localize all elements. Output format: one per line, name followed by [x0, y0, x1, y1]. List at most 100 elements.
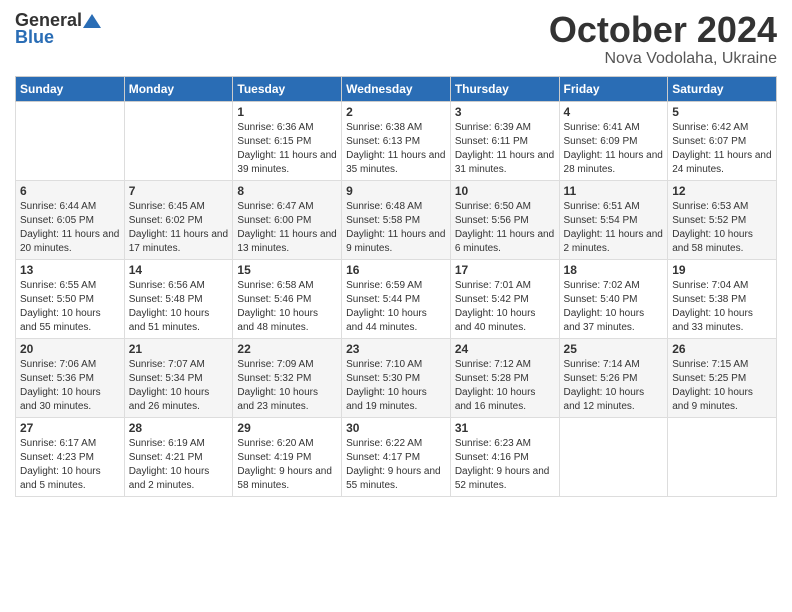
col-monday: Monday — [124, 76, 233, 101]
logo-blue: Blue — [15, 27, 54, 48]
calendar-cell: 22 Sunrise: 7:09 AM Sunset: 5:32 PM Dayli… — [233, 338, 342, 417]
day-detail: Sunrise: 6:23 AM Sunset: 4:16 PM Dayligh… — [455, 437, 555, 493]
week-row-4: 20 Sunrise: 7:06 AM Sunset: 5:36 PM Dayli… — [16, 338, 777, 417]
day-number: 20 — [20, 342, 120, 356]
week-row-2: 6 Sunrise: 6:44 AM Sunset: 6:05 PM Daylig… — [16, 180, 777, 259]
calendar-cell: 24Sunrise: 7:12 AM Sunset: 5:28 PM Dayli… — [450, 338, 559, 417]
calendar-cell — [668, 417, 777, 496]
day-detail: Sunrise: 6:47 AM Sunset: 6:00 PM Dayligh… — [237, 200, 337, 256]
calendar-cell: 11 Sunrise: 6:51 AM Sunset: 5:54 PM Dayli… — [559, 180, 668, 259]
day-number: 1 — [237, 105, 337, 119]
day-number: 27 — [20, 421, 120, 435]
day-number: 2 — [346, 105, 446, 119]
col-friday: Friday — [559, 76, 668, 101]
calendar-cell: 29 Sunrise: 6:20 AM Sunset: 4:19 PM Dayli… — [233, 417, 342, 496]
calendar-cell: 26Sunrise: 7:15 AM Sunset: 5:25 PM Dayli… — [668, 338, 777, 417]
day-detail: Sunrise: 7:02 AM Sunset: 5:40 PM Dayligh… — [564, 279, 664, 335]
day-number: 25 — [564, 342, 664, 356]
calendar-cell: 9Sunrise: 6:48 AM Sunset: 5:58 PM Daylig… — [342, 180, 451, 259]
day-detail: Sunrise: 6:45 AM Sunset: 6:02 PM Dayligh… — [129, 200, 229, 256]
logo: General Blue — [15, 10, 101, 48]
calendar-cell: 6 Sunrise: 6:44 AM Sunset: 6:05 PM Daylig… — [16, 180, 125, 259]
day-number: 14 — [129, 263, 229, 277]
day-number: 6 — [20, 184, 120, 198]
day-number: 18 — [564, 263, 664, 277]
calendar-cell: 30 Sunrise: 6:22 AM Sunset: 4:17 PM Dayli… — [342, 417, 451, 496]
day-detail: Sunrise: 7:15 AM Sunset: 5:25 PM Dayligh… — [672, 358, 772, 414]
day-number: 31 — [455, 421, 555, 435]
day-number: 11 — [564, 184, 664, 198]
day-number: 21 — [129, 342, 229, 356]
day-detail: Sunrise: 6:55 AM Sunset: 5:50 PM Dayligh… — [20, 279, 120, 335]
calendar-cell: 21Sunrise: 7:07 AM Sunset: 5:34 PM Dayli… — [124, 338, 233, 417]
day-number: 8 — [237, 184, 337, 198]
calendar-cell: 3 Sunrise: 6:39 AM Sunset: 6:11 PM Daylig… — [450, 101, 559, 180]
header: General Blue October 2024 Nova Vodolaha,… — [15, 10, 777, 68]
calendar-cell: 8 Sunrise: 6:47 AM Sunset: 6:00 PM Daylig… — [233, 180, 342, 259]
day-detail: Sunrise: 6:53 AM Sunset: 5:52 PM Dayligh… — [672, 200, 772, 256]
week-row-1: 1 Sunrise: 6:36 AM Sunset: 6:15 PM Daylig… — [16, 101, 777, 180]
calendar-cell: 13 Sunrise: 6:55 AM Sunset: 5:50 PM Dayli… — [16, 259, 125, 338]
day-number: 16 — [346, 263, 446, 277]
calendar-cell: 31 Sunrise: 6:23 AM Sunset: 4:16 PM Dayli… — [450, 417, 559, 496]
calendar-cell: 5 Sunrise: 6:42 AM Sunset: 6:07 PM Daylig… — [668, 101, 777, 180]
col-thursday: Thursday — [450, 76, 559, 101]
calendar-table: Sunday Monday Tuesday Wednesday Thursday… — [15, 76, 777, 497]
day-number: 19 — [672, 263, 772, 277]
calendar-cell: 25 Sunrise: 7:14 AM Sunset: 5:26 PM Dayli… — [559, 338, 668, 417]
calendar-cell: 17 Sunrise: 7:01 AM Sunset: 5:42 PM Dayli… — [450, 259, 559, 338]
day-detail: Sunrise: 6:48 AM Sunset: 5:58 PM Dayligh… — [346, 200, 446, 256]
day-detail: Sunrise: 7:10 AM Sunset: 5:30 PM Dayligh… — [346, 358, 446, 414]
day-detail: Sunrise: 6:19 AM Sunset: 4:21 PM Dayligh… — [129, 437, 229, 493]
day-number: 22 — [237, 342, 337, 356]
day-detail: Sunrise: 6:38 AM Sunset: 6:13 PM Dayligh… — [346, 121, 446, 177]
logo-arrow-icon — [83, 12, 101, 30]
calendar-cell: 28Sunrise: 6:19 AM Sunset: 4:21 PM Dayli… — [124, 417, 233, 496]
day-detail: Sunrise: 6:56 AM Sunset: 5:48 PM Dayligh… — [129, 279, 229, 335]
day-detail: Sunrise: 6:58 AM Sunset: 5:46 PM Dayligh… — [237, 279, 337, 335]
day-number: 5 — [672, 105, 772, 119]
day-number: 3 — [455, 105, 555, 119]
day-number: 12 — [672, 184, 772, 198]
col-sunday: Sunday — [16, 76, 125, 101]
calendar-cell: 14 Sunrise: 6:56 AM Sunset: 5:48 PM Dayli… — [124, 259, 233, 338]
day-number: 10 — [455, 184, 555, 198]
day-detail: Sunrise: 6:22 AM Sunset: 4:17 PM Dayligh… — [346, 437, 446, 493]
calendar-cell: 18 Sunrise: 7:02 AM Sunset: 5:40 PM Dayli… — [559, 259, 668, 338]
day-number: 29 — [237, 421, 337, 435]
day-detail: Sunrise: 6:36 AM Sunset: 6:15 PM Dayligh… — [237, 121, 337, 177]
day-detail: Sunrise: 6:17 AM Sunset: 4:23 PM Dayligh… — [20, 437, 120, 493]
day-number: 30 — [346, 421, 446, 435]
day-detail: Sunrise: 6:51 AM Sunset: 5:54 PM Dayligh… — [564, 200, 664, 256]
day-detail: Sunrise: 7:14 AM Sunset: 5:26 PM Dayligh… — [564, 358, 664, 414]
day-detail: Sunrise: 7:09 AM Sunset: 5:32 PM Dayligh… — [237, 358, 337, 414]
day-detail: Sunrise: 7:06 AM Sunset: 5:36 PM Dayligh… — [20, 358, 120, 414]
day-detail: Sunrise: 6:41 AM Sunset: 6:09 PM Dayligh… — [564, 121, 664, 177]
day-number: 17 — [455, 263, 555, 277]
calendar-cell: 7 Sunrise: 6:45 AM Sunset: 6:02 PM Daylig… — [124, 180, 233, 259]
col-saturday: Saturday — [668, 76, 777, 101]
day-number: 15 — [237, 263, 337, 277]
calendar-cell — [16, 101, 125, 180]
month-title: October 2024 — [549, 10, 777, 50]
calendar-page: General Blue October 2024 Nova Vodolaha,… — [0, 0, 792, 507]
calendar-cell — [124, 101, 233, 180]
header-row: Sunday Monday Tuesday Wednesday Thursday… — [16, 76, 777, 101]
day-detail: Sunrise: 6:42 AM Sunset: 6:07 PM Dayligh… — [672, 121, 772, 177]
day-detail: Sunrise: 6:59 AM Sunset: 5:44 PM Dayligh… — [346, 279, 446, 335]
day-number: 13 — [20, 263, 120, 277]
day-detail: Sunrise: 6:44 AM Sunset: 6:05 PM Dayligh… — [20, 200, 120, 256]
day-detail: Sunrise: 7:01 AM Sunset: 5:42 PM Dayligh… — [455, 279, 555, 335]
location-title: Nova Vodolaha, Ukraine — [549, 50, 777, 68]
calendar-cell: 23Sunrise: 7:10 AM Sunset: 5:30 PM Dayli… — [342, 338, 451, 417]
day-detail: Sunrise: 6:20 AM Sunset: 4:19 PM Dayligh… — [237, 437, 337, 493]
day-number: 7 — [129, 184, 229, 198]
title-block: October 2024 Nova Vodolaha, Ukraine — [549, 10, 777, 68]
week-row-3: 13 Sunrise: 6:55 AM Sunset: 5:50 PM Dayli… — [16, 259, 777, 338]
calendar-cell — [559, 417, 668, 496]
calendar-cell: 1 Sunrise: 6:36 AM Sunset: 6:15 PM Daylig… — [233, 101, 342, 180]
calendar-cell: 27 Sunrise: 6:17 AM Sunset: 4:23 PM Dayli… — [16, 417, 125, 496]
day-detail: Sunrise: 7:12 AM Sunset: 5:28 PM Dayligh… — [455, 358, 555, 414]
day-detail: Sunrise: 6:39 AM Sunset: 6:11 PM Dayligh… — [455, 121, 555, 177]
calendar-cell: 2 Sunrise: 6:38 AM Sunset: 6:13 PM Daylig… — [342, 101, 451, 180]
